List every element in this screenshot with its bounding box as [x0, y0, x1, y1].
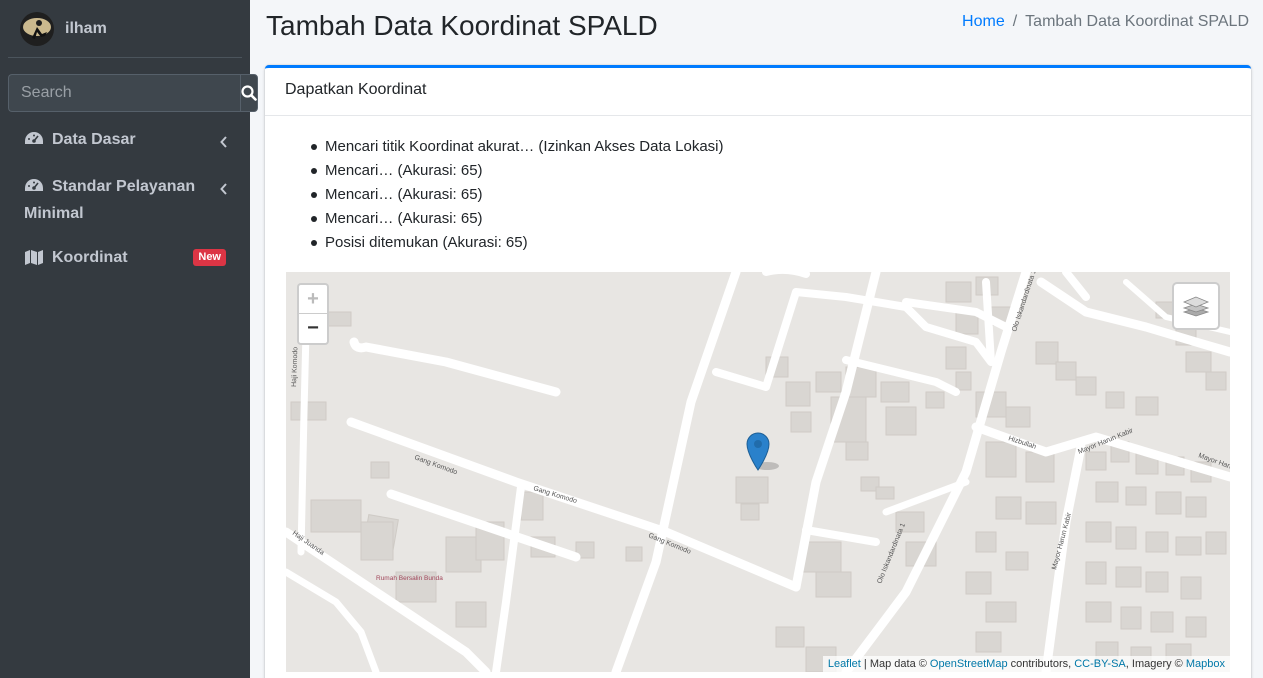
mapbox-link[interactable]: Mapbox — [1186, 658, 1225, 670]
chevron-left-icon — [220, 132, 228, 156]
card-title: Dapatkan Koordinat — [265, 68, 1251, 116]
zoom-in-button[interactable]: + — [299, 285, 327, 314]
search-button[interactable] — [240, 74, 258, 112]
sidebar-nav: Data Dasar Standar Pelayanan Minimal Koo… — [0, 118, 250, 283]
sidebar-item-label: Data Dasar — [52, 131, 136, 148]
breadcrumb: Home / Tambah Data Koordinat SPALD — [962, 13, 1249, 31]
chevron-left-icon — [220, 179, 228, 203]
user-name[interactable]: ilham — [65, 20, 107, 38]
layers-button[interactable] — [1172, 282, 1220, 330]
attribution-text: , Imagery © — [1125, 658, 1186, 670]
status-list: Mencari titik Koordinat akurat… (Izinkan… — [311, 135, 1231, 255]
poi-label: Rumah Bersalin Bunda — [376, 575, 443, 582]
openstreetmap-link[interactable]: OpenStreetMap — [930, 658, 1008, 670]
attribution-text: | Map data © — [860, 658, 930, 670]
map-attribution: Leaflet | Map data © OpenStreetMap contr… — [822, 656, 1230, 672]
tachometer-icon — [24, 178, 46, 202]
sidebar: ilham Data Dasar Standar Pelayanan Minim… — [0, 0, 258, 678]
sidebar-search — [8, 74, 258, 112]
map-icon — [24, 249, 46, 273]
list-item: Mencari… (Akurasi: 65) — [311, 159, 1231, 183]
sidebar-item-koordinat[interactable]: Koordinat New — [0, 236, 250, 283]
list-item: Mencari… (Akurasi: 65) — [311, 207, 1231, 231]
zoom-control: + − — [297, 283, 329, 345]
list-item: Posisi ditemukan (Akurasi: 65) — [311, 231, 1231, 255]
breadcrumb-current: Tambah Data Koordinat SPALD — [1025, 13, 1249, 30]
avatar[interactable] — [20, 11, 54, 46]
street-label: Haji Komodo — [291, 347, 299, 387]
tachometer-icon — [24, 131, 46, 155]
map-view[interactable]: Gang Komodo Gang Komodo Gang Komodo Haji… — [286, 272, 1230, 672]
card-body: Mencari titik Koordinat akurat… (Izinkan… — [265, 116, 1251, 275]
breadcrumb-separator: / — [1012, 13, 1018, 30]
sidebar-item-label: Standar Pelayanan Minimal — [24, 178, 196, 222]
sidebar-item-label: Koordinat — [52, 249, 128, 266]
breadcrumb-home-link[interactable]: Home — [962, 13, 1005, 30]
cc-by-sa-link[interactable]: CC-BY-SA — [1074, 658, 1126, 670]
new-badge: New — [193, 249, 226, 266]
sidebar-item-spm[interactable]: Standar Pelayanan Minimal — [0, 165, 250, 236]
leaflet-link[interactable]: Leaflet — [828, 658, 861, 670]
attribution-text: contributors, — [1007, 658, 1075, 670]
user-panel[interactable]: ilham — [8, 0, 242, 58]
search-input[interactable] — [8, 74, 240, 112]
list-item: Mencari… (Akurasi: 65) — [311, 183, 1231, 207]
coordinate-card: Dapatkan Koordinat Mencari titik Koordin… — [265, 65, 1251, 678]
sidebar-item-data-dasar[interactable]: Data Dasar — [0, 118, 250, 165]
zoom-out-button[interactable]: − — [299, 314, 327, 343]
layers-icon — [1182, 296, 1210, 317]
list-item: Mencari titik Koordinat akurat… (Izinkan… — [311, 135, 1231, 159]
search-icon — [241, 85, 257, 101]
location-marker-icon[interactable] — [745, 430, 785, 477]
page-title: Tambah Data Koordinat SPALD — [266, 10, 658, 41]
